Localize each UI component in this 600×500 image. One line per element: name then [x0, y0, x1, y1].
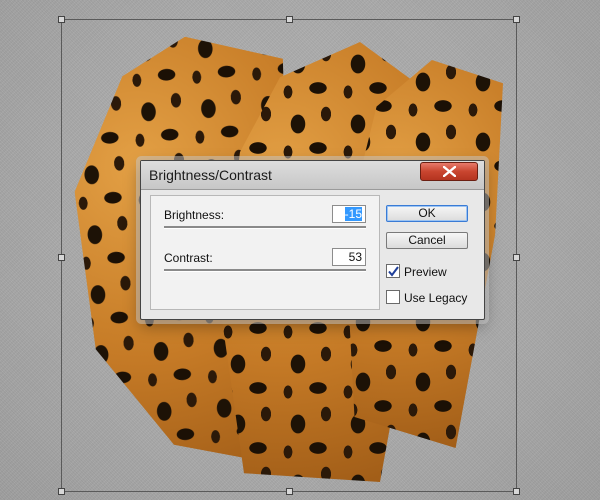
cancel-button[interactable]: Cancel	[386, 232, 468, 249]
transform-handle-middle-left[interactable]	[58, 254, 65, 261]
contrast-input[interactable]: 53	[332, 248, 366, 266]
transform-handle-bottom-right[interactable]	[513, 488, 520, 495]
brightness-slider-track[interactable]	[164, 226, 366, 229]
use-legacy-label: Use Legacy	[404, 291, 468, 305]
transform-handle-bottom-left[interactable]	[58, 488, 65, 495]
transform-handle-top-left[interactable]	[58, 16, 65, 23]
adjustments-panel: Brightness: -15 Contrast: 53	[150, 195, 380, 310]
contrast-label: Contrast:	[164, 251, 213, 265]
preview-checkbox[interactable]	[386, 264, 400, 278]
brightness-contrast-dialog: Brightness/Contrast Brightness: -15 Cont…	[140, 160, 485, 320]
preview-label: Preview	[404, 265, 447, 279]
transform-handle-bottom-center[interactable]	[286, 488, 293, 495]
checkmark-icon	[388, 266, 399, 277]
transform-handle-middle-right[interactable]	[513, 254, 520, 261]
dialog-title: Brightness/Contrast	[149, 167, 272, 183]
brightness-value: -15	[344, 207, 362, 221]
brightness-label: Brightness:	[164, 208, 225, 222]
use-legacy-checkbox[interactable]	[386, 290, 400, 304]
brightness-input[interactable]: -15	[332, 205, 366, 223]
close-x-icon	[443, 166, 456, 177]
contrast-value: 53	[348, 250, 362, 264]
ok-button[interactable]: OK	[386, 205, 468, 222]
dialog-titlebar[interactable]: Brightness/Contrast	[141, 161, 484, 190]
close-button[interactable]	[420, 162, 478, 181]
transform-handle-top-center[interactable]	[286, 16, 293, 23]
contrast-slider-track[interactable]	[164, 269, 366, 272]
transform-handle-top-right[interactable]	[513, 16, 520, 23]
